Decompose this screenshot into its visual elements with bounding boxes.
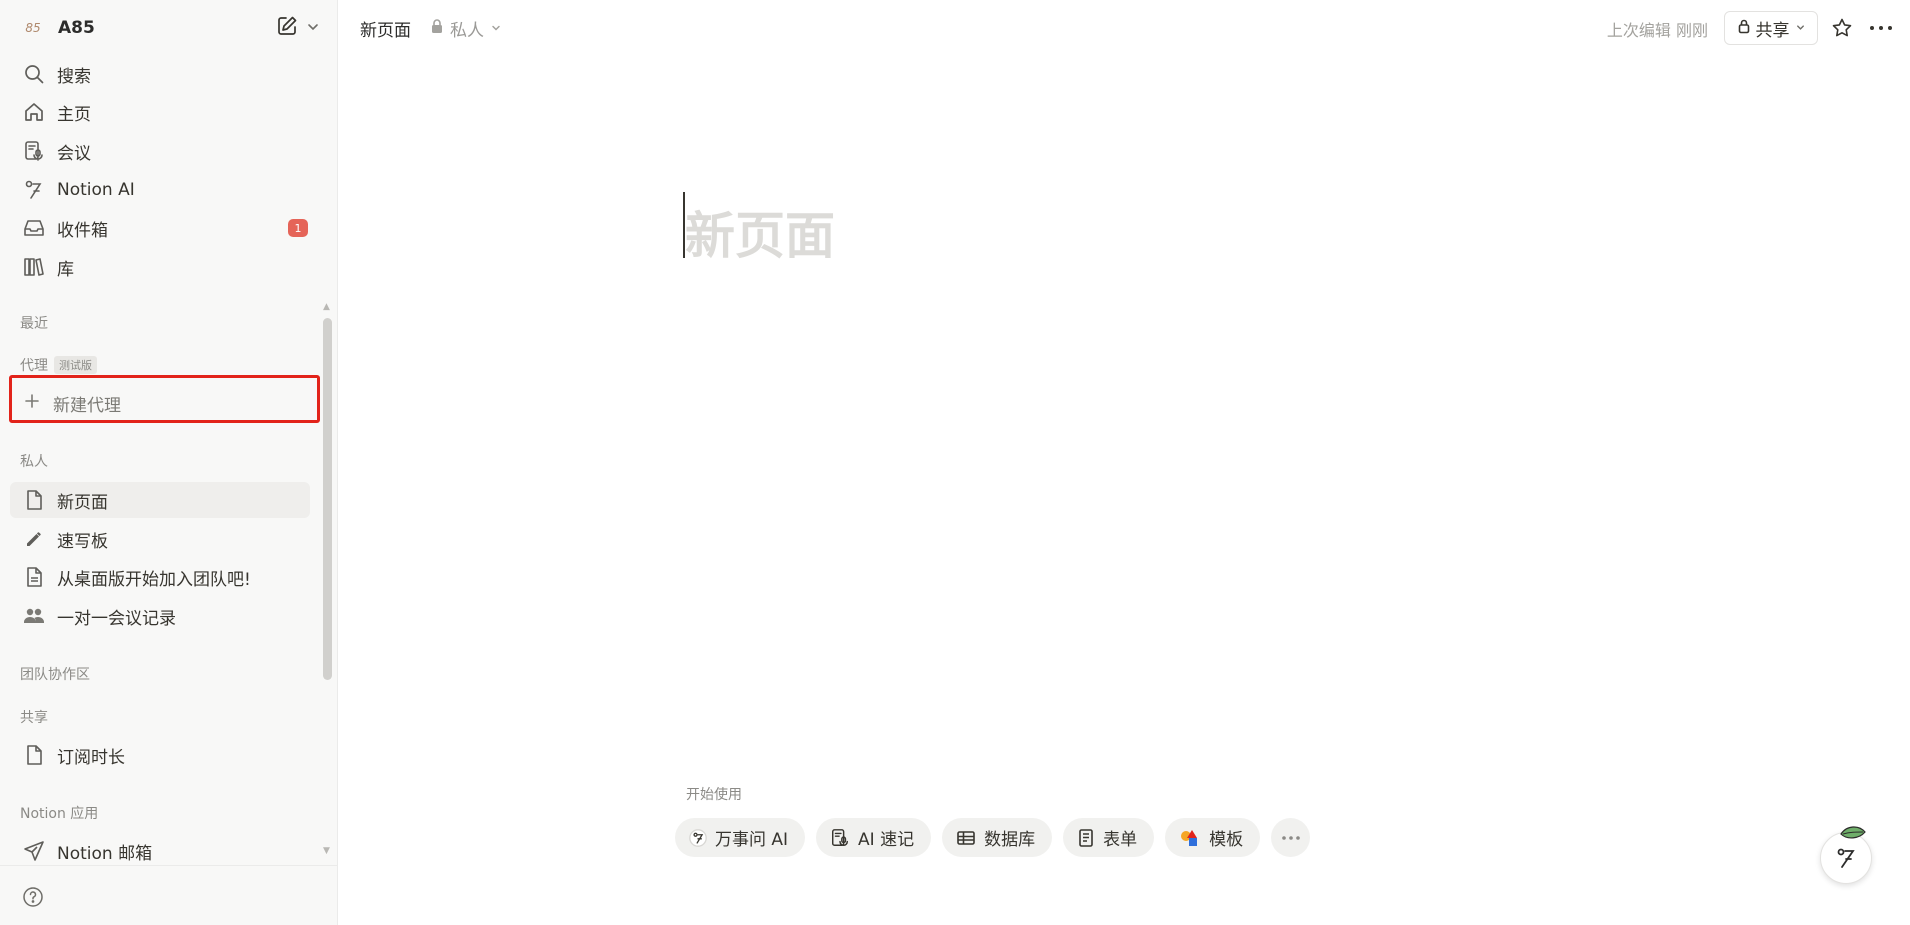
scroll-up-arrow-icon[interactable]: ▲	[323, 302, 330, 312]
section-agents[interactable]: 代理 测试版	[20, 355, 97, 375]
more-icon	[1281, 835, 1300, 840]
last-edited-status: 上次编辑 刚刚	[1606, 21, 1708, 40]
topbar: 新页面 私人 上次编辑 刚刚 共享	[338, 0, 1910, 56]
page-label: 从桌面版开始加入团队吧!	[57, 569, 251, 590]
workspace-name: A85	[58, 18, 95, 38]
nav-label: 收件箱	[57, 220, 108, 241]
nav-label: Notion AI	[57, 180, 135, 200]
section-apps[interactable]: Notion 应用	[20, 803, 98, 823]
section-label: Notion 应用	[20, 806, 99, 822]
leaf-icon	[1839, 824, 1867, 846]
page-icon	[22, 565, 46, 589]
nav-inbox[interactable]: 收件箱 1	[10, 210, 328, 246]
template-chip[interactable]: 模板	[1165, 818, 1261, 857]
page-item-scratchpad[interactable]: 速写板	[10, 521, 328, 557]
notion-ai-icon	[22, 178, 46, 202]
home-icon	[22, 100, 46, 124]
nav-label: 会议	[57, 143, 91, 164]
page-label: 速写板	[57, 531, 108, 552]
page-label: 新页面	[57, 492, 108, 513]
library-icon	[22, 255, 46, 279]
nav-label: 搜索	[57, 66, 91, 87]
people-icon	[22, 604, 46, 628]
page-label: 一对一会议记录	[57, 608, 176, 629]
chevron-down-icon[interactable]	[306, 19, 320, 38]
nav-library[interactable]: 库	[10, 249, 328, 285]
notion-ai-icon	[689, 828, 707, 847]
section-teamspace[interactable]: 团队协作区	[20, 664, 90, 684]
chip-label: 模板	[1209, 830, 1244, 850]
nav-search[interactable]: 搜索	[10, 56, 328, 92]
section-label: 共享	[20, 710, 48, 726]
shapes-icon	[1179, 828, 1201, 848]
new-agent-label: 新建代理	[53, 395, 121, 416]
more-options-icon[interactable]	[1866, 14, 1896, 42]
sidebar-footer	[0, 865, 338, 925]
sidebar-scrollbar[interactable]	[323, 318, 332, 680]
pencil-icon	[22, 527, 46, 551]
meeting-notes-icon	[22, 139, 46, 163]
app-item-mail[interactable]: Notion 邮箱	[10, 833, 328, 869]
nav-label: 库	[57, 259, 74, 280]
more-templates-button[interactable]	[1271, 818, 1311, 857]
ai-notes-chip[interactable]: AI 速记	[816, 818, 932, 857]
form-chip[interactable]: 表单	[1063, 818, 1155, 857]
breadcrumb[interactable]: 新页面	[360, 16, 411, 41]
template-chips: 万事问 AI AI 速记 数据库 表单 模板	[675, 818, 1311, 857]
section-label: 代理	[20, 358, 48, 374]
new-page-icon[interactable]	[276, 15, 298, 41]
workspace-avatar: 85	[25, 21, 41, 35]
nav-notion-ai[interactable]: Notion AI	[10, 172, 328, 208]
lock-icon	[1737, 18, 1751, 39]
app-label: Notion 邮箱	[57, 843, 153, 864]
page-item-subscription[interactable]: 订阅时长	[10, 737, 328, 773]
page-item-one-on-one[interactable]: 一对一会议记录	[10, 598, 328, 634]
privacy-label: 私人	[450, 21, 484, 41]
chevron-down-icon	[490, 19, 502, 39]
page-label: 订阅时长	[57, 747, 125, 768]
form-icon	[1077, 828, 1095, 848]
send-icon	[22, 839, 46, 863]
meeting-notes-icon	[830, 828, 850, 848]
table-icon	[956, 829, 976, 847]
section-label: 团队协作区	[20, 667, 90, 683]
inbox-count-badge: 1	[288, 219, 308, 237]
page-icon	[22, 488, 46, 512]
get-started-label: 开始使用	[686, 787, 742, 803]
section-recent[interactable]: 最近	[20, 313, 48, 333]
scroll-down-arrow-icon[interactable]: ▼	[323, 846, 330, 856]
beta-badge: 测试版	[54, 356, 97, 374]
favorite-star-icon[interactable]	[1828, 14, 1856, 42]
page-item-join-team[interactable]: 从桌面版开始加入团队吧!	[10, 559, 328, 595]
section-private[interactable]: 私人	[20, 451, 48, 471]
database-chip[interactable]: 数据库	[942, 818, 1053, 857]
new-agent-button[interactable]: 新建代理	[10, 385, 121, 421]
section-shared[interactable]: 共享	[20, 707, 48, 727]
notion-ai-face-icon	[1837, 848, 1855, 868]
workspace-switcher[interactable]: 85 A85	[10, 10, 328, 46]
nav-label: 主页	[57, 104, 91, 125]
sidebar: 85 A85 搜索 主页 会议 Notion AI 收件箱 1 库 最近 代理 …	[0, 0, 338, 925]
section-label: 私人	[20, 454, 48, 470]
chevron-down-icon	[1795, 18, 1806, 38]
lock-icon	[430, 18, 444, 39]
page-item-new-page[interactable]: 新页面	[10, 482, 310, 518]
privacy-dropdown[interactable]: 私人	[430, 16, 502, 41]
page-icon	[22, 743, 46, 767]
search-icon	[22, 62, 46, 86]
section-label: 最近	[20, 316, 48, 332]
chip-label: 表单	[1103, 830, 1138, 850]
chip-label: 数据库	[984, 830, 1036, 850]
share-button[interactable]: 共享	[1724, 11, 1818, 45]
inbox-icon	[22, 216, 46, 240]
page-title-input[interactable]: 新页面	[685, 196, 835, 268]
nav-meetings[interactable]: 会议	[10, 133, 328, 169]
nav-home[interactable]: 主页	[10, 94, 328, 130]
chip-label: 万事问 AI	[715, 830, 789, 850]
help-icon[interactable]	[22, 886, 44, 912]
ask-ai-chip[interactable]: 万事问 AI	[675, 818, 806, 857]
share-label: 共享	[1755, 20, 1790, 41]
chip-label: AI 速记	[858, 830, 915, 850]
plus-icon	[22, 391, 42, 416]
